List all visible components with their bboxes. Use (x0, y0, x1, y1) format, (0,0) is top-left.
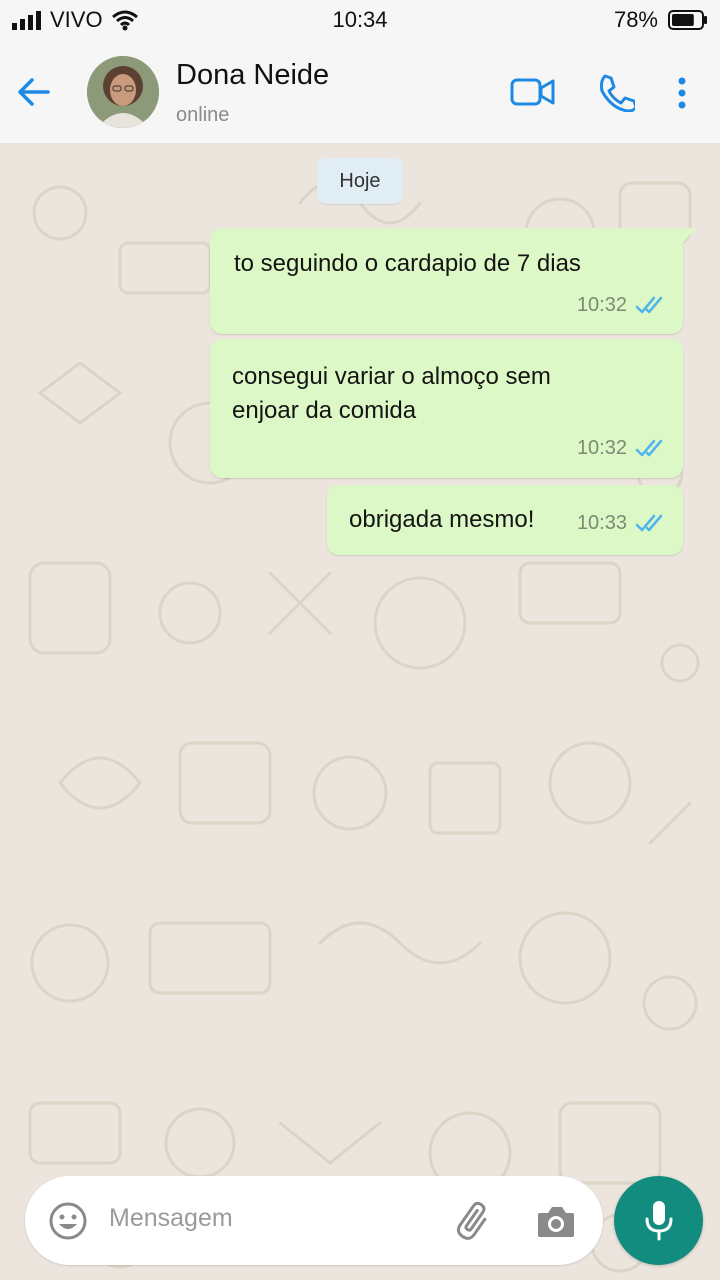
contact-name[interactable]: Dona Neide (176, 59, 329, 92)
read-receipt-icon (635, 514, 663, 531)
message-time: 10:33 (576, 512, 627, 534)
read-receipt-icon (635, 439, 663, 456)
more-options-icon[interactable] (676, 76, 688, 110)
emoji-icon[interactable] (48, 1201, 88, 1241)
message-bubble-outgoing[interactable]: consegui variar o almoço sem enjoar da c… (210, 339, 683, 478)
status-bar: VIVO 10:34 78% (0, 0, 720, 42)
message-bubble-outgoing[interactable]: to seguindo o cardapio de 7 dias 10:32 (210, 228, 697, 334)
message-text: consegui variar o almoço sem enjoar da c… (232, 363, 551, 424)
message-text: obrigada mesmo! (349, 506, 535, 533)
avatar[interactable] (87, 56, 159, 128)
microphone-button[interactable] (614, 1176, 703, 1265)
battery-percent: 78% (613, 7, 658, 32)
message-text: to seguindo o cardapio de 7 dias (234, 250, 581, 277)
date-separator: Hoje (317, 158, 403, 204)
presence-status: online (176, 104, 230, 126)
message-time: 10:32 (576, 294, 627, 316)
message-bubble-outgoing[interactable]: obrigada mesmo! 10:33 (327, 485, 683, 555)
read-receipt-icon (635, 296, 663, 313)
message-composer: Mensagem (25, 1176, 603, 1265)
back-arrow-icon[interactable] (14, 72, 54, 112)
attach-icon[interactable] (455, 1201, 495, 1241)
bubble-tail (681, 228, 697, 244)
message-input[interactable]: Mensagem (109, 1204, 233, 1233)
phone-icon[interactable] (595, 72, 635, 112)
chat-header: Dona Neide online (0, 42, 720, 144)
message-time: 10:32 (576, 437, 627, 459)
video-call-icon[interactable] (510, 76, 556, 108)
clock: 10:34 (332, 7, 388, 32)
camera-icon[interactable] (536, 1203, 576, 1239)
microphone-icon (645, 1200, 672, 1240)
battery-icon (668, 10, 707, 30)
